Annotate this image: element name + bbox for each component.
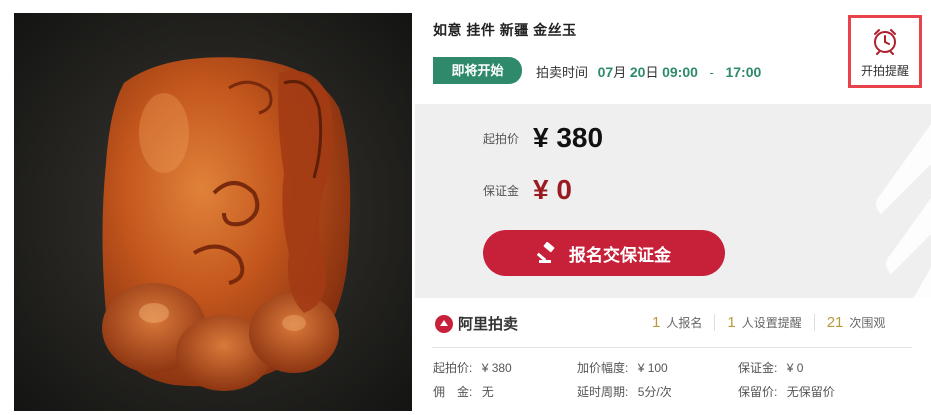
ali-auction-logo-icon — [435, 314, 453, 333]
price-panel: 起拍价 ¥ 380 保证金 ¥ 0 报名交保证金 — [415, 104, 931, 298]
info-increment-key: 加价幅度: — [577, 361, 629, 375]
start-price-row: 起拍价 ¥ 380 — [483, 122, 603, 154]
decorative-stripes — [876, 124, 931, 298]
auction-day-unit: 日 — [645, 65, 659, 80]
info-increment: 加价幅度: ¥ 100 — [577, 359, 668, 376]
signup-deposit-label: 报名交保证金 — [569, 245, 671, 265]
start-reminder-label: 开拍提醒 — [860, 64, 909, 78]
auction-time: 拍卖时间 07月 20日 09:00 - 17:00 — [536, 62, 761, 81]
info-deposit-value: ¥ 0 — [786, 361, 804, 375]
alarm-clock-icon — [874, 29, 896, 55]
info-reserve-value: 无保留价 — [786, 385, 835, 399]
ali-auction-brand: 阿里拍卖 — [434, 313, 518, 334]
product-title: 如意 挂件 新疆 金丝玉 — [433, 22, 577, 38]
info-deposit: 保证金: ¥ 0 — [738, 359, 803, 376]
info-increment-value: ¥ 100 — [637, 361, 668, 375]
brand-name: 阿里拍卖 — [458, 316, 519, 333]
deposit-row: 保证金 ¥ 0 — [483, 174, 572, 206]
stat-reminders: 1 人设置提醒 — [714, 314, 813, 331]
info-start-price: 起拍价: ¥ 380 — [433, 359, 512, 376]
info-reserve: 保留价: 无保留价 — [738, 383, 835, 400]
stat-views-count: 21 — [826, 314, 844, 331]
stats-row: 1 人报名 1 人设置提醒 21 次围观 — [640, 314, 897, 331]
stat-reminders-label: 人设置提醒 — [741, 316, 802, 330]
info-commission-value: 无 — [481, 385, 494, 399]
info-start-price-value: ¥ 380 — [481, 361, 512, 375]
stat-reminders-count: 1 — [727, 314, 736, 331]
auction-end-time: 17:00 — [725, 64, 762, 80]
divider — [432, 347, 912, 348]
time-separator: - — [709, 65, 714, 80]
deposit-label: 保证金 — [483, 183, 520, 198]
product-image[interactable] — [14, 13, 412, 411]
info-delay: 延时周期: 5分/次 — [577, 383, 672, 400]
info-commission: 佣 金: 无 — [433, 383, 494, 400]
status-badge: 即将开始 — [433, 57, 522, 84]
info-delay-value: 5分/次 — [637, 385, 672, 399]
stat-views-label: 次围观 — [849, 316, 886, 330]
deposit-value: ¥ 0 — [533, 174, 572, 205]
stat-signups: 1 人报名 — [640, 314, 714, 331]
auction-start-time: 09:00 — [662, 64, 698, 80]
auction-month-unit: 月 — [613, 65, 627, 80]
info-start-price-key: 起拍价: — [433, 361, 473, 375]
info-reserve-key: 保留价: — [738, 385, 778, 399]
start-price-value: ¥ 380 — [533, 122, 604, 153]
info-deposit-key: 保证金: — [738, 361, 778, 375]
stat-signups-count: 1 — [652, 314, 661, 331]
auction-day: 20 — [629, 64, 646, 80]
auction-time-label: 拍卖时间 — [536, 65, 589, 80]
auction-month: 07 — [597, 64, 614, 80]
stat-views: 21 次围观 — [813, 314, 898, 331]
start-reminder-button[interactable]: 开拍提醒 — [848, 15, 922, 88]
stat-signups-label: 人报名 — [666, 316, 703, 330]
info-commission-key: 佣 金: — [433, 385, 473, 399]
start-price-label: 起拍价 — [483, 131, 520, 146]
info-delay-key: 延时周期: — [577, 385, 629, 399]
gavel-icon — [537, 242, 555, 263]
signup-deposit-button[interactable]: 报名交保证金 — [483, 230, 725, 276]
